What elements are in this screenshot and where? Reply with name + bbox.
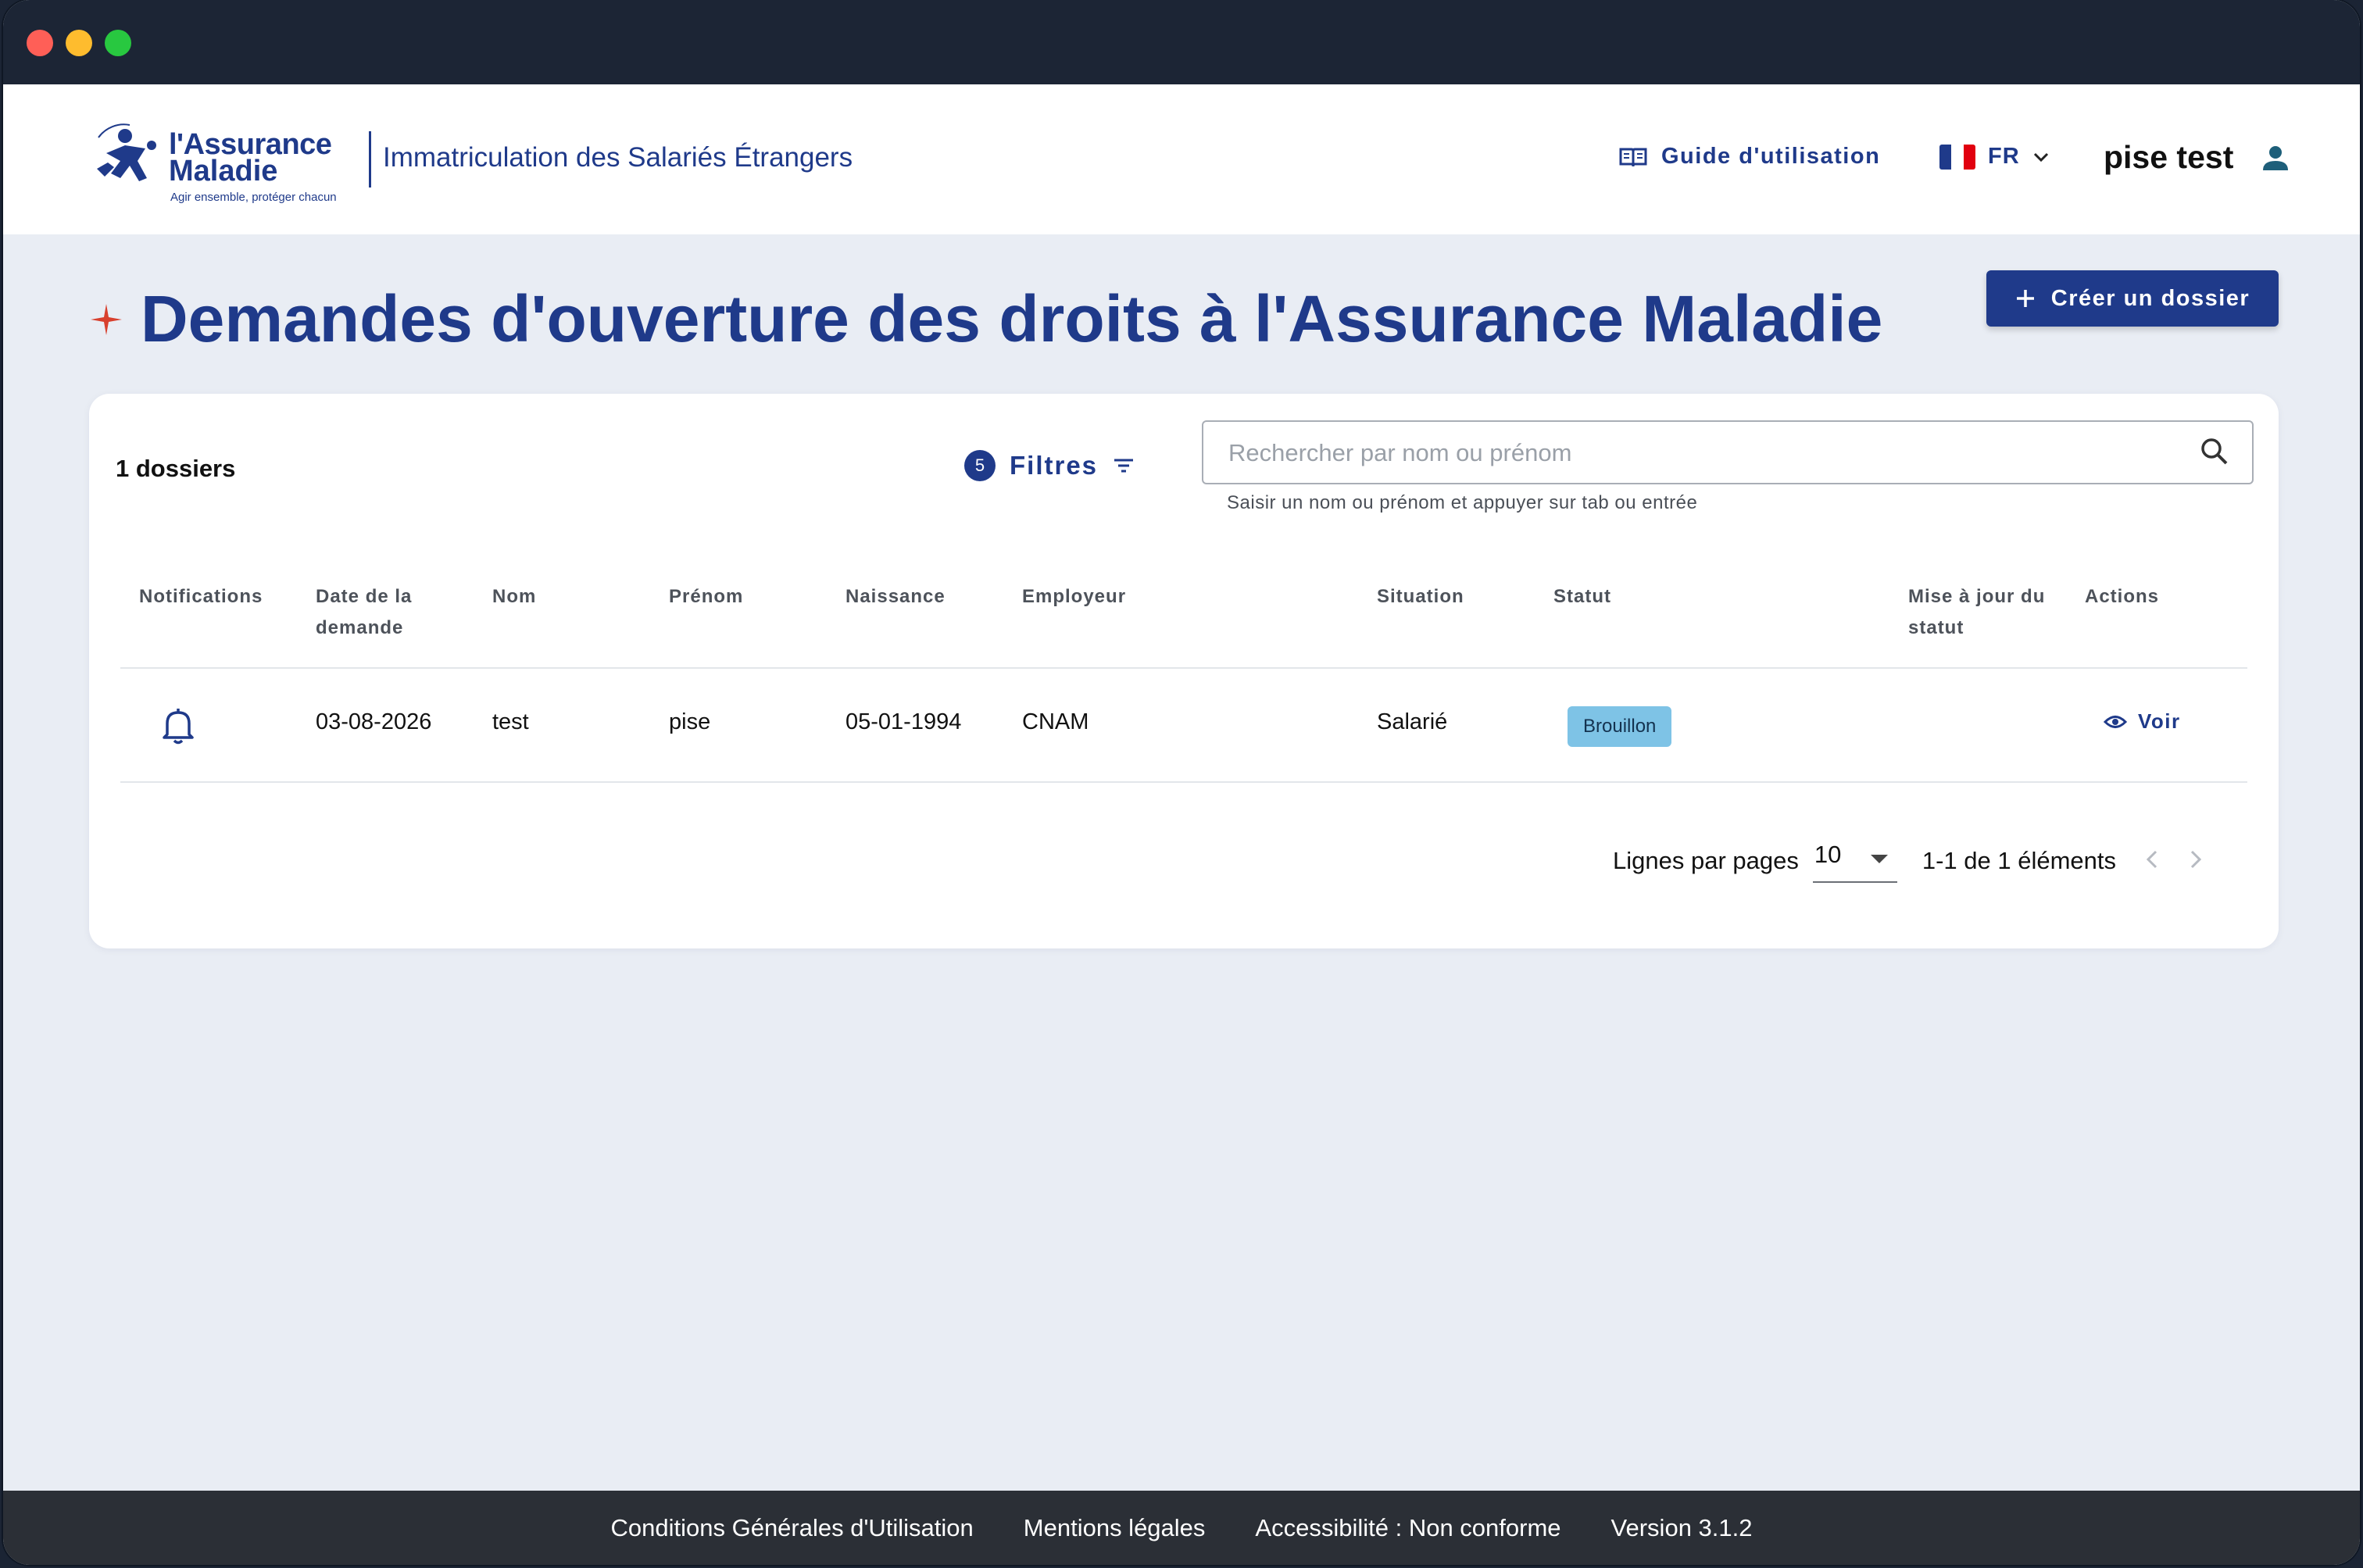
dossiers-card: 1 dossiers 5 Filtres Saisir un nom ou pr… bbox=[89, 394, 2279, 948]
col-prenom: Prénom bbox=[669, 586, 744, 607]
col-maj-line1: Mise à jour du bbox=[1908, 586, 2046, 607]
logo-line2: Maladie bbox=[169, 155, 278, 188]
table-row[interactable]: 03-08-2026 test pise 05-01-1994 CNAM Sal… bbox=[120, 669, 2247, 783]
pagination: Lignes par pages 10 1-1 de 1 éléments bbox=[1613, 839, 2204, 883]
app-title: Immatriculation des Salariés Étrangers bbox=[383, 142, 853, 173]
filter-icon bbox=[1114, 459, 1134, 473]
version-label: Version 3.1.2 bbox=[1610, 1513, 1753, 1541]
table-header: Notifications Date de la demande Nom Pré… bbox=[120, 581, 2247, 669]
eye-icon bbox=[2104, 715, 2127, 728]
filters-button[interactable]: 5 Filtres bbox=[964, 450, 1135, 481]
rows-per-page-select[interactable]: 10 bbox=[1812, 839, 1897, 883]
col-maj: Mise à jour du statut bbox=[1908, 581, 2045, 644]
create-dossier-button[interactable]: Créer un dossier bbox=[1986, 270, 2279, 327]
view-dossier-link[interactable]: Voir bbox=[2104, 709, 2181, 734]
language-selector[interactable]: FR bbox=[1939, 144, 2050, 170]
filters-count-badge: 5 bbox=[964, 450, 996, 481]
col-date: Date de la demande bbox=[316, 581, 412, 644]
col-date-line1: Date de la bbox=[316, 586, 413, 607]
accessibility-link[interactable]: Accessibilité : Non conforme bbox=[1255, 1514, 1560, 1542]
col-nom: Nom bbox=[492, 586, 537, 607]
cell-employeur: CNAM bbox=[1022, 709, 1089, 734]
user-name: pise test bbox=[2104, 139, 2234, 175]
chevron-down-icon bbox=[2033, 152, 2048, 162]
col-situation: Situation bbox=[1377, 586, 1464, 607]
plus-icon bbox=[2016, 290, 2034, 307]
language-label: FR bbox=[1988, 144, 2020, 169]
guide-link[interactable]: Guide d'utilisation bbox=[1619, 144, 1880, 170]
col-maj-line2: statut bbox=[1908, 617, 1964, 638]
pagination-range: 1-1 de 1 éléments bbox=[1922, 847, 2116, 874]
rows-per-page-value: 10 bbox=[1814, 841, 1842, 868]
user-icon bbox=[2263, 145, 2289, 170]
window-titlebar bbox=[3, 0, 2360, 84]
col-actions: Actions bbox=[2085, 586, 2160, 607]
chevron-left-icon bbox=[2146, 850, 2157, 868]
caret-down-icon bbox=[1870, 855, 1888, 863]
user-menu[interactable]: pise test bbox=[2104, 139, 2290, 176]
search-input[interactable] bbox=[1227, 422, 2191, 484]
search-icon[interactable] bbox=[2199, 436, 2230, 467]
france-flag-icon bbox=[1939, 144, 1975, 170]
cell-prenom: pise bbox=[669, 709, 711, 734]
col-date-line2: demande bbox=[316, 617, 404, 638]
cell-nom: test bbox=[492, 709, 529, 734]
mentions-legales-link[interactable]: Mentions légales bbox=[1024, 1514, 1206, 1542]
col-employeur: Employeur bbox=[1022, 586, 1127, 607]
previous-page-button[interactable] bbox=[2144, 846, 2160, 877]
guide-label: Guide d'utilisation bbox=[1661, 144, 1881, 169]
create-dossier-label: Créer un dossier bbox=[2050, 285, 2250, 311]
cell-naissance: 05-01-1994 bbox=[845, 709, 962, 734]
sparkle-icon bbox=[91, 303, 122, 335]
page-footer: Conditions Générales d'Utilisation Menti… bbox=[3, 1491, 2360, 1565]
status-badge: Brouillon bbox=[1568, 706, 1672, 747]
close-window-button[interactable] bbox=[27, 30, 53, 56]
search-field[interactable] bbox=[1202, 420, 2254, 484]
browser-window: l'Assurance Maladie Agir ensemble, proté… bbox=[3, 0, 2360, 1565]
cgu-link[interactable]: Conditions Générales d'Utilisation bbox=[611, 1514, 974, 1542]
header-separator bbox=[369, 131, 371, 188]
bell-icon[interactable] bbox=[161, 706, 195, 745]
logo-tagline: Agir ensemble, protéger chacun bbox=[170, 191, 337, 204]
cell-date: 03-08-2026 bbox=[316, 709, 432, 734]
chevron-right-icon bbox=[2190, 850, 2202, 868]
next-page-button[interactable] bbox=[2188, 846, 2204, 877]
dossiers-count: 1 dossiers bbox=[116, 455, 236, 482]
rows-per-page-label: Lignes par pages bbox=[1613, 847, 1799, 874]
assurance-maladie-logo[interactable]: l'Assurance Maladie Agir ensemble, proté… bbox=[91, 122, 356, 208]
filters-label: Filtres bbox=[1010, 451, 1099, 480]
app-header: l'Assurance Maladie Agir ensemble, proté… bbox=[3, 84, 2360, 234]
logo-figures-icon bbox=[97, 123, 156, 181]
page-title: Demandes d'ouverture des droits à l'Assu… bbox=[141, 282, 1883, 355]
col-notifications: Notifications bbox=[139, 586, 263, 607]
col-naissance: Naissance bbox=[845, 586, 946, 607]
maximize-window-button[interactable] bbox=[105, 30, 131, 56]
book-icon bbox=[1619, 148, 1647, 166]
cell-situation: Salarié bbox=[1377, 709, 1448, 734]
page-heading: Demandes d'ouverture des droits à l'Assu… bbox=[89, 281, 1882, 357]
view-label: Voir bbox=[2138, 709, 2181, 733]
col-statut: Statut bbox=[1553, 586, 1611, 607]
minimize-window-button[interactable] bbox=[66, 30, 92, 56]
search-help-text: Saisir un nom ou prénom et appuyer sur t… bbox=[1227, 492, 1698, 513]
